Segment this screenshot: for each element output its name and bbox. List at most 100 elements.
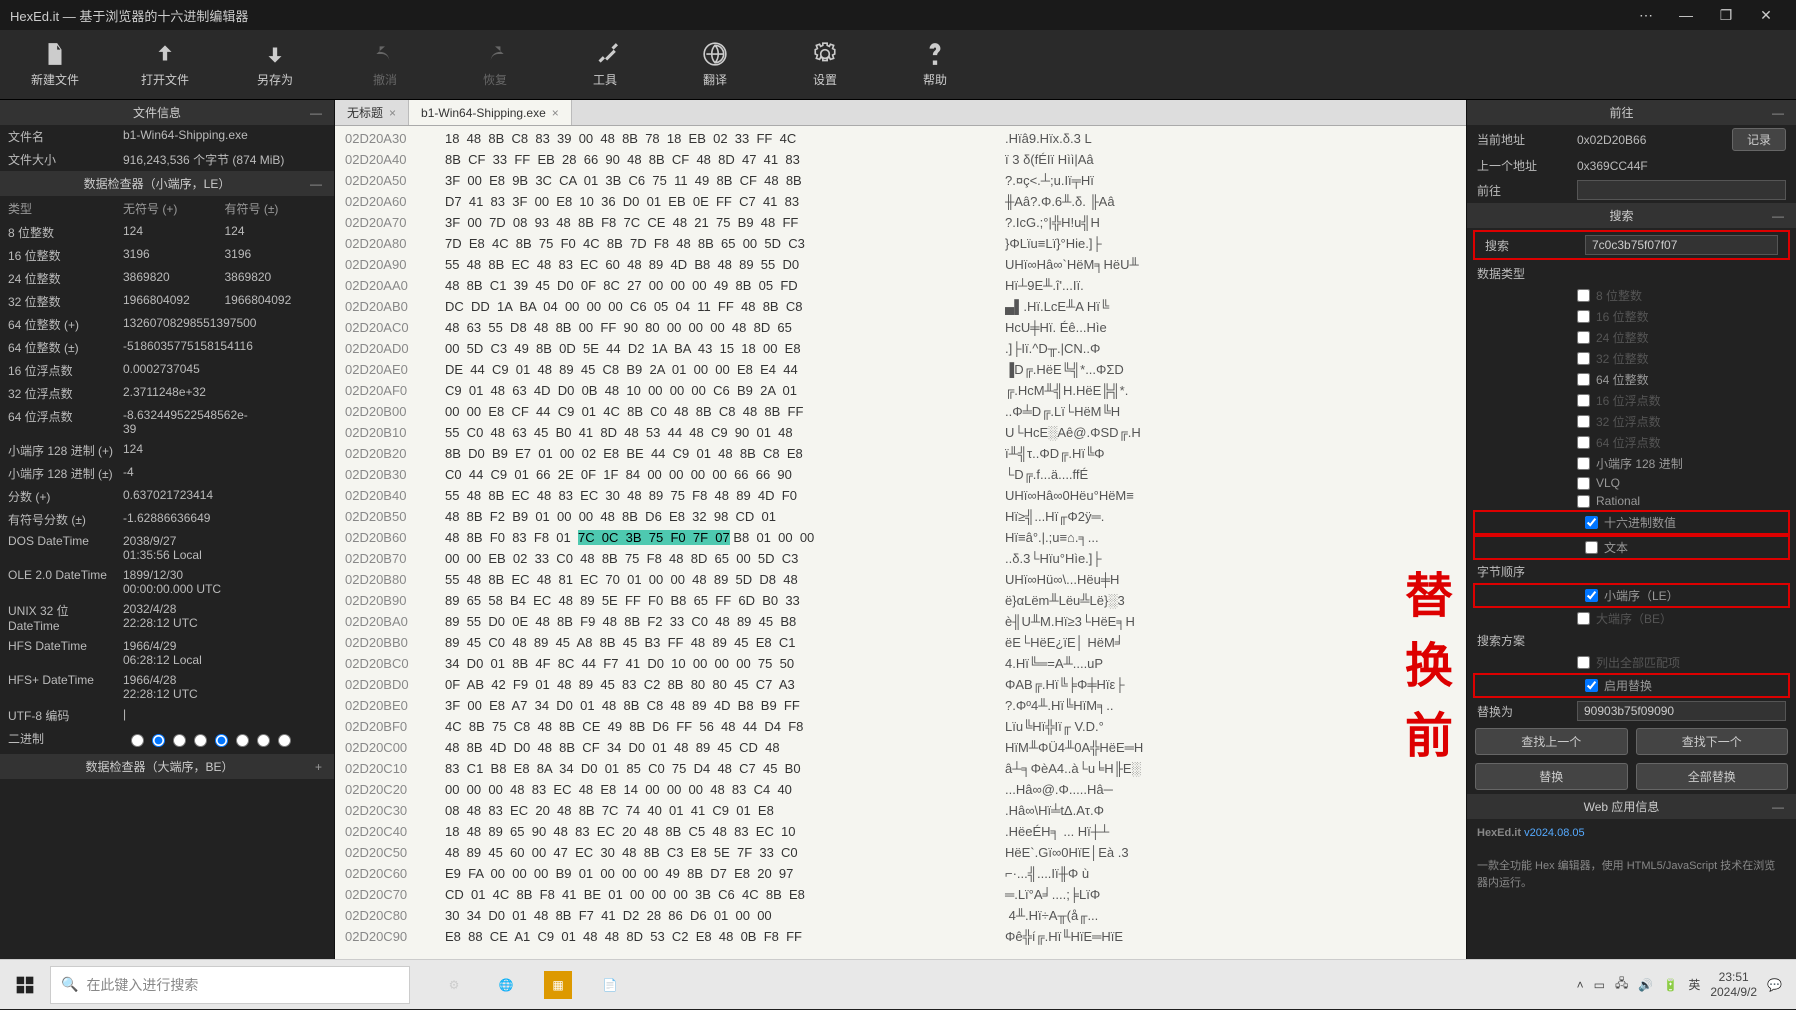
undo-button[interactable]: 撤消 [330,30,440,99]
hex-row[interactable]: 02D20AC048 63 55 D8 48 8B 00 FF 90 80 00… [335,317,1466,338]
hex-row[interactable]: 02D20A807D E8 4C 8B 75 F0 4C 8B 7D F8 48… [335,233,1466,254]
hex-row[interactable]: 02D20A3018 48 8B C8 83 39 00 48 8B 78 18… [335,128,1466,149]
datatype-checkbox[interactable] [1577,477,1590,490]
taskbar-search[interactable]: 🔍在此键入进行搜索 [50,966,410,1004]
tray-icon[interactable]: ▭ [1594,978,1605,992]
hex-row[interactable]: 02D20B4055 48 8B EC 48 83 EC 30 48 89 75… [335,485,1466,506]
hex-row[interactable]: 02D20B1055 C0 48 63 45 B0 41 8D 48 53 44… [335,422,1466,443]
hex-row[interactable]: 02D20BF04C 8B 75 C8 48 8B CE 49 8B D6 FF… [335,716,1466,737]
notification-icon[interactable]: 💬 [1767,978,1782,992]
be-checkbox[interactable] [1577,612,1590,625]
hex-row[interactable]: 02D20B7000 00 EB 02 33 C0 48 8B 75 F8 48… [335,548,1466,569]
datatype-checkbox[interactable] [1577,310,1590,323]
record-button[interactable]: 记录 [1732,128,1786,151]
hex-row[interactable]: 02D20C0048 8B 4D D0 48 8B CF 34 D0 01 48… [335,737,1466,758]
hex-row[interactable]: 02D20AB0DC DD 1A BA 04 00 00 00 C6 05 04… [335,296,1466,317]
hex-row[interactable]: 02D20B6048 8B F0 83 F8 01 7C 0C 3B 75 F0… [335,527,1466,548]
tab-untitled[interactable]: 无标题× [335,100,409,125]
hex-row[interactable]: 02D20B208B D0 B9 E7 01 00 02 E8 BE 44 C9… [335,443,1466,464]
clock[interactable]: 23:512024/9/2 [1710,970,1757,999]
data-inspector-be-header[interactable]: 数据检查器（大端序，BE）+ [0,754,334,779]
datatype-checkbox[interactable] [1577,436,1590,449]
collapse-icon[interactable]: — [306,106,326,120]
start-button[interactable] [0,960,50,1010]
hex-row[interactable]: 02D20C1083 C1 B8 E8 8A 34 D0 01 85 C0 75… [335,758,1466,779]
le-checkbox[interactable] [1585,589,1598,602]
hex-row[interactable]: 02D20C4018 48 89 65 90 48 83 EC 20 48 8B… [335,821,1466,842]
close-icon[interactable]: ✕ [1746,7,1786,24]
battery-icon[interactable]: 🔋 [1663,978,1678,992]
close-tab-icon[interactable]: × [389,106,396,120]
hex-row[interactable]: 02D20C5048 89 45 60 00 47 EC 30 48 8B C3… [335,842,1466,863]
datatype-checkbox[interactable] [1577,457,1590,470]
expand-icon[interactable]: + [311,760,326,774]
hex-row[interactable]: 02D20AA048 8B C1 39 45 D0 0F 8C 27 00 00… [335,275,1466,296]
goto-header[interactable]: 前往— [1467,100,1796,125]
datatype-checkbox[interactable] [1577,415,1590,428]
hex-row[interactable]: 02D20C90E8 88 CE A1 C9 01 48 48 8D 53 C2… [335,926,1466,947]
chevron-up-icon[interactable]: ˄ [1577,978,1584,992]
datatype-checkbox[interactable] [1577,373,1590,386]
collapse-icon[interactable]: — [306,177,326,191]
replace-all-button[interactable]: 全部替换 [1636,763,1789,790]
settings-button[interactable]: 设置 [770,30,880,99]
translate-button[interactable]: 翻译 [660,30,770,99]
hex-row[interactable]: 02D20A60D7 41 83 3F 00 E8 10 36 D0 01 EB… [335,191,1466,212]
hex-row[interactable]: 02D20BE03F 00 E8 A7 34 D0 01 48 8B C8 48… [335,695,1466,716]
data-inspector-le-header[interactable]: 数据检查器（小端序，LE）— [0,171,334,196]
hex-row[interactable]: 02D20C70CD 01 4C 8B F8 41 BE 01 00 00 00… [335,884,1466,905]
open-file-button[interactable]: 打开文件 [110,30,220,99]
hex-grid[interactable]: 替换前 02D20A3018 48 8B C8 83 39 00 48 8B 7… [335,126,1466,969]
datatype-checkbox[interactable] [1577,394,1590,407]
notepad-icon[interactable]: 📄 [586,961,634,1009]
help-button[interactable]: 帮助 [880,30,990,99]
network-icon[interactable]: 🖧 [1615,974,1628,995]
hex-row[interactable]: 02D20BC034 D0 01 8B 4F 8C 44 F7 41 D0 10… [335,653,1466,674]
hex-row[interactable]: 02D20C8030 34 D0 01 48 8B F7 41 D2 28 86… [335,905,1466,926]
hex-row[interactable]: 02D20AF0C9 01 48 63 4D D0 0B 48 10 00 00… [335,380,1466,401]
collapse-icon[interactable]: — [1768,209,1788,223]
hex-row[interactable]: 02D20B9089 65 58 B4 EC 48 89 5E FF F0 B8… [335,590,1466,611]
datatype-checkbox[interactable] [1585,516,1598,529]
hex-row[interactable]: 02D20AD000 5D C3 49 8B 0D 5E 44 D2 1A BA… [335,338,1466,359]
save-as-button[interactable]: 另存为 [220,30,330,99]
hex-row[interactable]: 02D20BD00F AB 42 F9 01 48 89 45 83 C2 8B… [335,674,1466,695]
hex-row[interactable]: 02D20C2000 00 00 48 83 EC 48 E8 14 00 00… [335,779,1466,800]
ime-icon[interactable]: 英 [1688,976,1700,993]
more-icon[interactable]: ⋯ [1626,7,1666,24]
hex-row[interactable]: 02D20AE0DE 44 C9 01 48 89 45 C8 B9 2A 01… [335,359,1466,380]
hex-row[interactable]: 02D20B5048 8B F2 B9 01 00 00 48 8B D6 E8… [335,506,1466,527]
list-all-checkbox[interactable] [1577,656,1590,669]
datatype-checkbox[interactable] [1577,331,1590,344]
goto-input[interactable] [1577,180,1786,200]
hex-row[interactable]: 02D20B0000 00 E8 CF 44 C9 01 4C 8B C0 48… [335,401,1466,422]
binary-radios[interactable] [123,730,326,751]
find-next-button[interactable]: 查找下一个 [1636,728,1789,755]
hex-row[interactable]: 02D20B8055 48 8B EC 48 81 EC 70 01 00 00… [335,569,1466,590]
app-icon[interactable]: ▦ [544,971,572,999]
hex-row[interactable]: 02D20BA089 55 D0 0E 48 8B F9 48 8B F2 33… [335,611,1466,632]
hex-row[interactable]: 02D20A503F 00 E8 9B 3C CA 01 3B C6 75 11… [335,170,1466,191]
hex-row[interactable]: 02D20C3008 48 83 EC 20 48 8B 7C 74 40 01… [335,800,1466,821]
hex-row[interactable]: 02D20A9055 48 8B EC 48 83 EC 60 48 89 4D… [335,254,1466,275]
maximize-icon[interactable]: ❐ [1706,7,1746,24]
webapp-header[interactable]: Web 应用信息— [1467,794,1796,819]
search-header[interactable]: 搜索— [1467,203,1796,228]
close-tab-icon[interactable]: × [552,106,559,120]
datatype-checkbox[interactable] [1577,352,1590,365]
enable-replace-checkbox[interactable] [1585,679,1598,692]
edge-icon[interactable]: 🌐 [482,961,530,1009]
collapse-icon[interactable]: — [1768,106,1788,120]
hex-row[interactable]: 02D20A703F 00 7D 08 93 48 8B F8 7C CE 48… [335,212,1466,233]
datatype-checkbox[interactable] [1577,289,1590,302]
hex-row[interactable]: 02D20A408B CF 33 FF EB 28 66 90 48 8B CF… [335,149,1466,170]
search-input[interactable] [1585,235,1778,255]
replace-input[interactable] [1577,701,1786,721]
collapse-icon[interactable]: — [1768,800,1788,814]
datatype-checkbox[interactable] [1577,495,1590,508]
redo-button[interactable]: 恢复 [440,30,550,99]
datatype-checkbox[interactable] [1585,541,1598,554]
minimize-icon[interactable]: — [1666,7,1706,23]
tools-button[interactable]: 工具 [550,30,660,99]
volume-icon[interactable]: 🔊 [1638,978,1653,992]
